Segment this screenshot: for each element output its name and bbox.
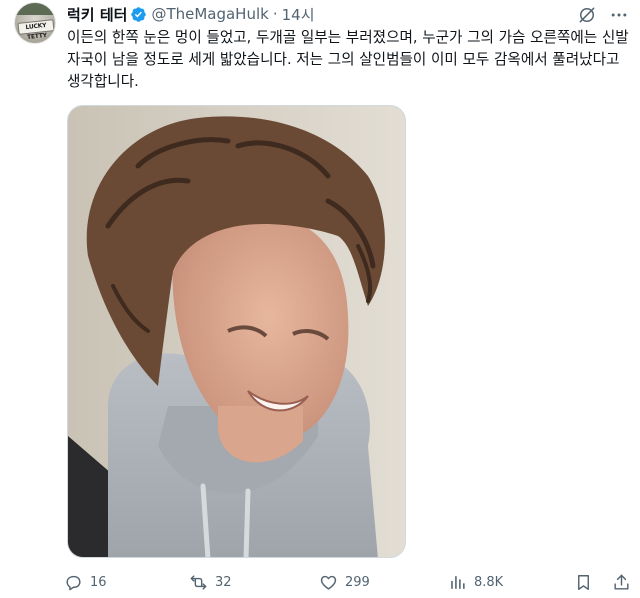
views-button[interactable]: 8.8K bbox=[448, 570, 503, 594]
repost-button[interactable]: 32 bbox=[189, 570, 232, 594]
post-actions-bar: 16 32 299 8.8K bbox=[64, 570, 634, 594]
views-count: 8.8K bbox=[474, 574, 504, 590]
avatar-plate: LUCKY TETTY bbox=[17, 19, 55, 41]
author-display-name[interactable]: 럭키 테터 bbox=[67, 4, 127, 25]
post-timestamp[interactable]: 14시 bbox=[282, 4, 315, 25]
author-avatar[interactable]: LUCKY TETTY bbox=[14, 2, 56, 44]
separator-dot: · bbox=[272, 5, 278, 23]
like-count: 299 bbox=[345, 574, 370, 590]
photo-illustration bbox=[68, 106, 405, 557]
author-handle[interactable]: @TheMagaHulk bbox=[151, 5, 268, 23]
verified-badge-icon[interactable] bbox=[130, 6, 147, 23]
analytics-icon bbox=[448, 573, 467, 592]
avatar-background bbox=[15, 3, 55, 15]
reply-button[interactable]: 16 bbox=[64, 570, 107, 594]
post-photo[interactable] bbox=[67, 105, 406, 558]
grok-icon[interactable] bbox=[576, 4, 598, 26]
heart-icon bbox=[319, 573, 338, 592]
more-options-icon[interactable] bbox=[608, 4, 630, 26]
post-text: 이든의 한쪽 눈은 멍이 들었고, 두개골 일부는 부러졌으며, 누군가 그의 … bbox=[67, 29, 629, 90]
reply-icon bbox=[64, 573, 83, 592]
like-button[interactable]: 299 bbox=[319, 570, 370, 594]
share-icon bbox=[612, 573, 631, 592]
post-header: 럭키 테터 @TheMagaHulk · 14시 bbox=[67, 4, 315, 24]
bookmark-icon bbox=[574, 573, 593, 592]
repost-icon bbox=[189, 573, 208, 592]
share-button[interactable] bbox=[612, 570, 631, 594]
reply-count: 16 bbox=[90, 574, 107, 590]
bookmark-button[interactable] bbox=[574, 570, 593, 594]
repost-count: 32 bbox=[215, 574, 232, 590]
